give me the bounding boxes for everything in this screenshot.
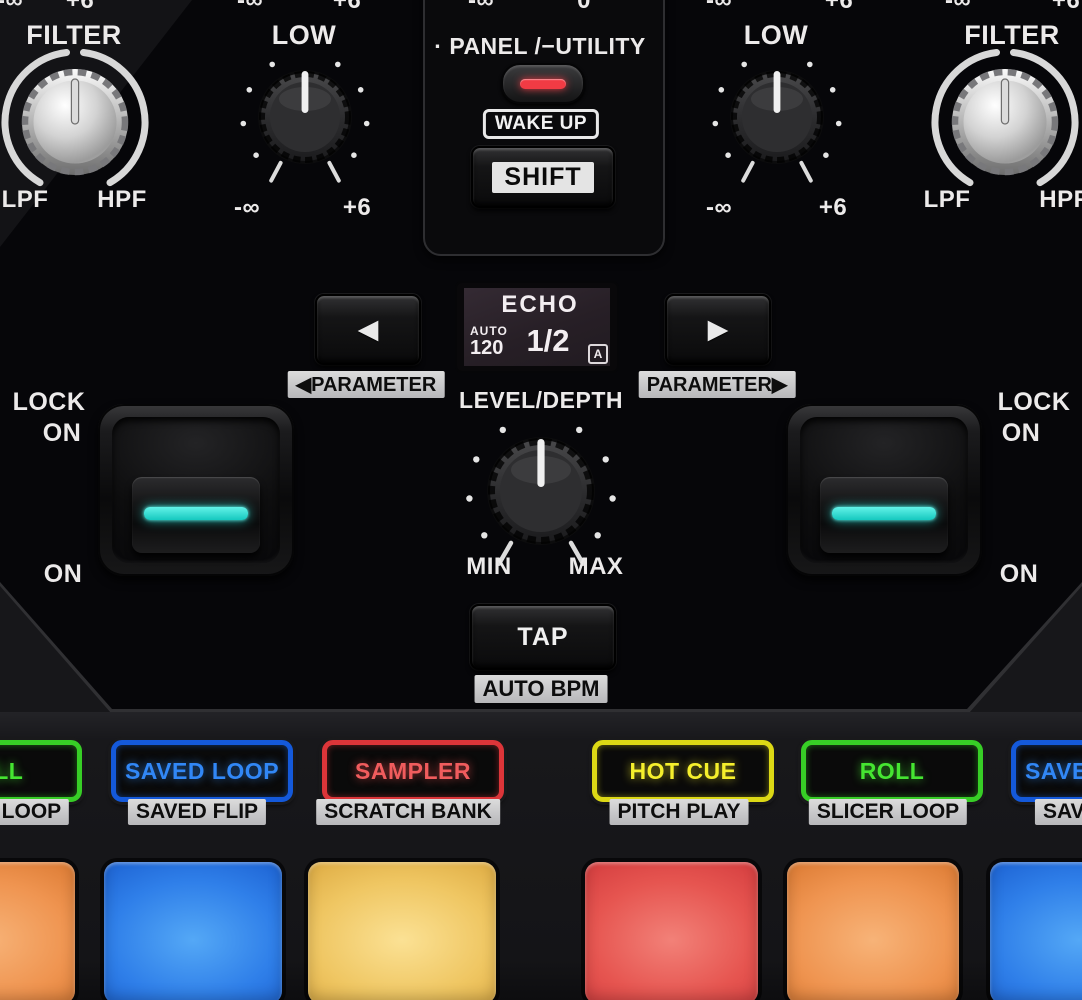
lock-label-left: LOCK xyxy=(13,388,86,417)
scale-partial: -∞ xyxy=(945,0,971,15)
scale-partial: +6 xyxy=(1052,0,1080,15)
shift-label: SHIFT xyxy=(492,162,593,193)
panel-utility-button[interactable] xyxy=(501,63,585,104)
pad-mode-label: SAVED LOOP xyxy=(125,758,279,785)
scale-partial: -∞ xyxy=(706,0,732,15)
pad-mode-label: SAVED LOOP xyxy=(1025,758,1082,785)
fx-effect-name: ECHO xyxy=(501,291,578,319)
lpf-label-left: LPF xyxy=(2,186,49,214)
fx-bpm-value: 120 xyxy=(470,337,503,360)
pad-mode-sublabel: SAVED FLIP xyxy=(128,799,266,825)
dj-controller-fx-section: -∞ +6 -∞ +6 -∞ 0 -∞ +6 -∞ +6 FILTER LPF … xyxy=(0,0,1082,1000)
pad-mode-button-sampler[interactable]: SAMPLER xyxy=(322,740,504,802)
lock-on-label-right: ON xyxy=(1002,419,1041,448)
low-knob-right[interactable] xyxy=(692,32,862,202)
panel-utility-label: · PANEL /−UTILITY xyxy=(434,33,645,60)
shift-button[interactable]: SHIFT xyxy=(471,146,615,208)
fx-paddle-right[interactable] xyxy=(786,404,982,576)
pad-mode-label: ROLL xyxy=(0,758,23,785)
scale-partial: 0 xyxy=(577,0,591,15)
parameter-right-button[interactable]: ▶ xyxy=(665,294,771,365)
red-led-indicator xyxy=(520,79,566,89)
pad-mode-sublabel: SLICER LOOP xyxy=(0,799,69,825)
paddle-cyan-stripe xyxy=(832,507,936,520)
performance-pad-blue[interactable] xyxy=(990,862,1082,1000)
hpf-label-left: HPF xyxy=(97,186,147,214)
pad-mode-button-saved-loop-right[interactable]: SAVED LOOP xyxy=(1011,740,1082,802)
parameter-right-strip: PARAMETER▶ xyxy=(639,371,796,398)
paddle-well xyxy=(112,417,280,563)
performance-pad-orange[interactable] xyxy=(787,862,959,1000)
right-arrow-icon: ▶ xyxy=(708,316,729,343)
paddle-cyan-stripe xyxy=(144,507,248,520)
fx-deck-letter: A xyxy=(594,347,603,361)
paddle-lever[interactable] xyxy=(132,477,260,553)
scale-partial: +6 xyxy=(333,0,361,15)
paddle-well xyxy=(800,417,968,563)
performance-pad-yellow[interactable] xyxy=(308,862,496,1000)
lock-label-right: LOCK xyxy=(998,388,1071,417)
scale-partial: +6 xyxy=(66,0,94,15)
fx-deck-indicator: A xyxy=(588,344,608,364)
hpf-label-right: HPF xyxy=(1039,186,1082,214)
pad-mode-button-roll-right[interactable]: ROLL xyxy=(801,740,983,802)
fx-beats-value: 1/2 xyxy=(526,323,569,359)
pad-mode-sublabel: PITCH PLAY xyxy=(610,799,749,825)
low-knob-left[interactable] xyxy=(220,32,390,202)
low-min-label-left: -∞ xyxy=(234,194,260,222)
parameter-left-strip: ◀PARAMETER xyxy=(288,371,445,398)
level-min-label: MIN xyxy=(466,553,512,581)
on-label-right: ON xyxy=(1000,560,1039,589)
low-min-label-right: -∞ xyxy=(706,194,732,222)
performance-pad-orange[interactable] xyxy=(0,862,75,1000)
pad-mode-button-hot-cue[interactable]: HOT CUE xyxy=(592,740,774,802)
parameter-left-button[interactable]: ◀ xyxy=(315,294,421,365)
left-arrow-icon: ◀ xyxy=(358,316,379,343)
paddle-lever[interactable] xyxy=(820,477,948,553)
tap-button[interactable]: TAP xyxy=(470,604,616,670)
pad-mode-sublabel: SAVED FLIP xyxy=(1035,799,1082,825)
low-max-label-right: +6 xyxy=(819,194,847,222)
pad-mode-button-saved-loop-left[interactable]: SAVED LOOP xyxy=(111,740,293,802)
pad-mode-label: HOT CUE xyxy=(630,758,737,785)
fx-paddle-left[interactable] xyxy=(98,404,294,576)
scale-partial: -∞ xyxy=(237,0,263,15)
lock-on-label-left: ON xyxy=(43,419,82,448)
scale-partial: -∞ xyxy=(0,0,23,15)
low-max-label-left: +6 xyxy=(343,194,371,222)
wake-up-label: WAKE UP xyxy=(483,109,599,139)
performance-pad-red[interactable] xyxy=(585,862,758,1000)
auto-bpm-strip: AUTO BPM xyxy=(475,675,608,703)
pad-mode-label: SAMPLER xyxy=(355,758,471,785)
performance-pad-blue[interactable] xyxy=(104,862,282,1000)
pad-mode-sublabel: SCRATCH BANK xyxy=(316,799,500,825)
pad-mode-button-roll-left[interactable]: ROLL xyxy=(0,740,82,802)
pad-mode-sublabel: SLICER LOOP xyxy=(809,799,967,825)
on-label-left: ON xyxy=(44,560,83,589)
pad-mode-label: ROLL xyxy=(860,758,925,785)
fx-auto-label: AUTO xyxy=(470,324,508,338)
level-max-label: MAX xyxy=(569,553,624,581)
scale-partial: -∞ xyxy=(468,0,494,15)
tap-label: TAP xyxy=(517,623,568,652)
scale-partial: +6 xyxy=(825,0,853,15)
lpf-label-right: LPF xyxy=(924,186,971,214)
